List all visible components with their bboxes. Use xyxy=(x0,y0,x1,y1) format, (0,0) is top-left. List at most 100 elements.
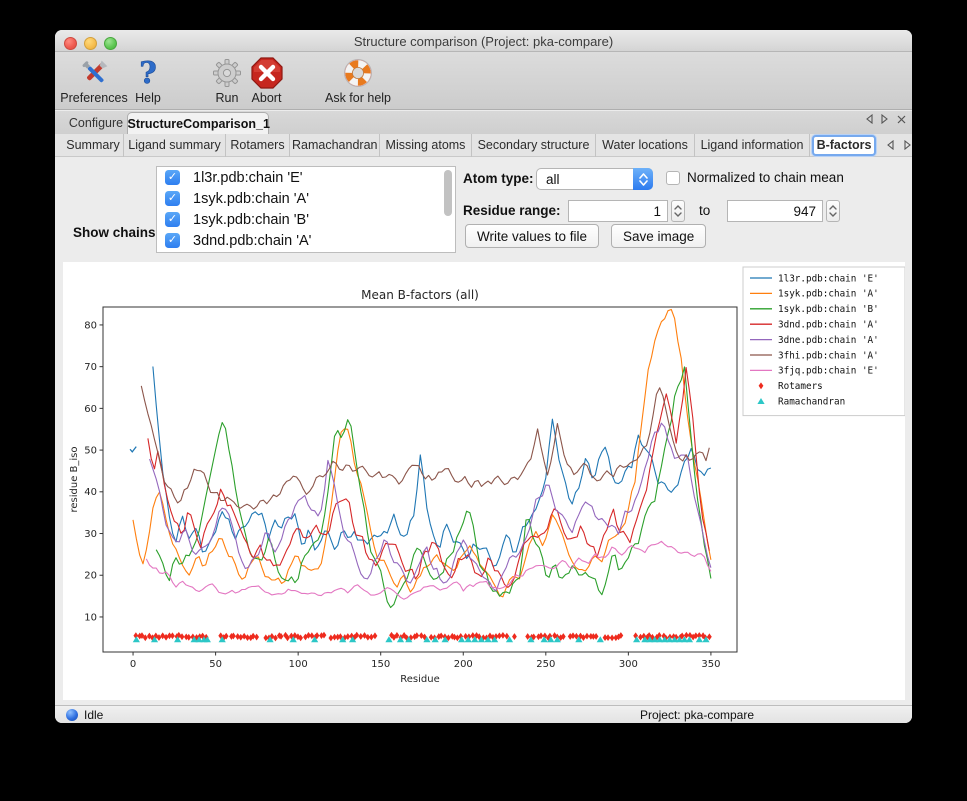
subtab-next-icon[interactable] xyxy=(904,140,912,150)
normalized-label: Normalized to chain mean xyxy=(687,170,844,185)
chain-label: 1l3r.pdb:chain 'E' xyxy=(193,170,303,186)
toolbar-item-run[interactable]: Run xyxy=(210,56,244,105)
subtab-ramachandran[interactable]: Ramachandran xyxy=(290,134,380,157)
residue-from-input[interactable] xyxy=(568,200,668,222)
subtab-ligand-summary[interactable]: Ligand summary xyxy=(124,134,226,157)
tab-configure[interactable]: Configure xyxy=(65,112,127,134)
svg-text:300: 300 xyxy=(619,659,638,670)
chain-label: 1syk.pdb:chain 'B' xyxy=(193,212,309,228)
chain-list-scrollbar[interactable] xyxy=(444,169,453,250)
scrollbar-thumb[interactable] xyxy=(444,170,452,216)
run-icon xyxy=(210,56,244,90)
status-indicator-icon xyxy=(66,709,78,721)
toolbar-item-ask-for-help[interactable]: Ask for help xyxy=(325,56,391,105)
toolbar-item-label: Run xyxy=(210,91,244,105)
svg-text:?: ? xyxy=(139,56,157,90)
save-image-button[interactable]: Save image xyxy=(611,224,706,248)
chain-label: 3dnd.pdb:chain 'A' xyxy=(193,233,311,249)
toolbar-item-label: Abort xyxy=(250,91,284,105)
chain-checkbox[interactable]: ✓ xyxy=(165,191,180,206)
residue-range-label: Residue range: xyxy=(463,203,561,218)
normalized-checkbox[interactable] xyxy=(666,171,680,185)
status-text: Idle xyxy=(84,708,103,722)
atom-type-value: all xyxy=(537,172,633,187)
lifebuoy-icon xyxy=(325,56,391,90)
chain-label: 1syk.pdb:chain 'A' xyxy=(193,191,309,207)
residue-to-stepper[interactable] xyxy=(826,200,840,222)
svg-text:0: 0 xyxy=(130,659,136,670)
svg-text:residue B_iso: residue B_iso xyxy=(69,446,80,512)
svg-text:60: 60 xyxy=(84,404,97,415)
svg-text:10: 10 xyxy=(84,612,97,623)
residue-from-stepper[interactable] xyxy=(671,200,685,222)
svg-text:80: 80 xyxy=(84,320,97,331)
svg-text:3dne.pdb:chain 'A': 3dne.pdb:chain 'A' xyxy=(778,335,879,346)
help-icon: ? xyxy=(131,56,165,90)
svg-text:40: 40 xyxy=(84,487,97,498)
window-title: Structure comparison (Project: pka-compa… xyxy=(55,34,912,49)
svg-text:1syk.pdb:chain 'B': 1syk.pdb:chain 'B' xyxy=(778,304,879,315)
subtab-rotamers[interactable]: Rotamers xyxy=(226,134,290,157)
atom-type-select[interactable]: all xyxy=(536,168,653,190)
toolbar-item-abort[interactable]: Abort xyxy=(250,56,284,105)
subtab-ligand-information[interactable]: Ligand information xyxy=(695,134,810,157)
svg-text:Residue: Residue xyxy=(400,674,439,685)
toolbar-item-label: Help xyxy=(131,91,165,105)
toolbar-item-preferences[interactable]: Preferences xyxy=(60,56,127,105)
svg-text:30: 30 xyxy=(84,529,97,540)
subtab-missing-atoms[interactable]: Missing atoms xyxy=(380,134,472,157)
toolbar-item-help[interactable]: ?Help xyxy=(131,56,165,105)
sub-tab-bar: SummaryLigand summaryRotamersRamachandra… xyxy=(55,134,912,157)
chain-list-item[interactable]: ✓ 3dnd.pdb:chain 'A' xyxy=(157,230,455,251)
chain-list-item[interactable]: ✓ 1l3r.pdb:chain 'E' xyxy=(157,167,455,188)
toolbar-item-label: Ask for help xyxy=(325,91,391,105)
dropdown-arrows-icon xyxy=(633,168,653,190)
subtab-prev-icon[interactable] xyxy=(886,140,894,150)
chain-list-item[interactable]: ✓ 1syk.pdb:chain 'B' xyxy=(157,209,455,230)
svg-text:Rotamers: Rotamers xyxy=(778,381,823,392)
subtab-b-factors[interactable]: B-factors xyxy=(812,135,876,156)
main-tab-bar: ConfigureStructureComparison_1 xyxy=(55,111,912,134)
statusbar: Idle Project: pka-compare xyxy=(55,705,912,723)
svg-text:20: 20 xyxy=(84,571,97,582)
chain-list[interactable]: ✓ 1l3r.pdb:chain 'E' ✓ 1syk.pdb:chain 'A' ✓ 1… xyxy=(156,166,456,253)
bfactor-plot: Mean B-factors (all) 10 20 30 40 50 60 70 80 0 50 1… xyxy=(63,262,905,700)
to-label: to xyxy=(699,203,710,218)
chain-list-item[interactable]: ✓ 1syk.pdb:chain 'A' xyxy=(157,188,455,209)
show-chains-label: Show chains: xyxy=(73,225,160,240)
tab-prev-icon[interactable] xyxy=(865,114,873,124)
bfactor-chart-panel: Mean B-factors (all) 10 20 30 40 50 60 70 80 0 50 1… xyxy=(63,262,905,700)
subtab-water-locations[interactable]: Water locations xyxy=(596,134,695,157)
svg-text:3fhi.pdb:chain 'A': 3fhi.pdb:chain 'A' xyxy=(778,350,879,361)
bfactor-controls: Show chains: ✓ 1l3r.pdb:chain 'E' ✓ 1syk.pd… xyxy=(55,157,912,262)
project-label: Project: pka-compare xyxy=(640,708,754,722)
svg-text:350: 350 xyxy=(701,659,720,670)
tab-structurecomparison_1[interactable]: StructureComparison_1 xyxy=(127,112,269,134)
svg-text:1l3r.pdb:chain 'E': 1l3r.pdb:chain 'E' xyxy=(778,273,879,284)
svg-text:50: 50 xyxy=(209,659,222,670)
atom-type-label: Atom type: xyxy=(463,171,534,186)
subtab-summary[interactable]: Summary xyxy=(63,134,124,157)
svg-text:Mean B-factors (all): Mean B-factors (all) xyxy=(361,288,479,302)
chain-checkbox[interactable]: ✓ xyxy=(165,170,180,185)
write-values-button[interactable]: Write values to file xyxy=(465,224,599,248)
subtab-secondary-structure[interactable]: Secondary structure xyxy=(472,134,596,157)
svg-text:200: 200 xyxy=(454,659,473,670)
svg-text:3dnd.pdb:chain 'A': 3dnd.pdb:chain 'A' xyxy=(778,320,879,331)
toolbar: Preferences ?Help Run Abort Ask for help xyxy=(55,52,912,110)
svg-text:100: 100 xyxy=(289,659,308,670)
tab-close-icon[interactable] xyxy=(897,115,906,124)
svg-text:3fjq.pdb:chain 'E': 3fjq.pdb:chain 'E' xyxy=(778,366,879,377)
svg-text:70: 70 xyxy=(84,362,97,373)
titlebar: Structure comparison (Project: pka-compa… xyxy=(55,30,912,52)
app-window: Structure comparison (Project: pka-compa… xyxy=(55,30,912,723)
svg-text:50: 50 xyxy=(84,445,97,456)
svg-text:250: 250 xyxy=(536,659,555,670)
tab-next-icon[interactable] xyxy=(881,114,889,124)
chain-checkbox[interactable]: ✓ xyxy=(165,212,180,227)
toolbar-item-label: Preferences xyxy=(60,91,127,105)
residue-to-input[interactable] xyxy=(727,200,823,222)
preferences-icon xyxy=(60,56,127,90)
abort-icon xyxy=(250,56,284,90)
chain-checkbox[interactable]: ✓ xyxy=(165,233,180,248)
